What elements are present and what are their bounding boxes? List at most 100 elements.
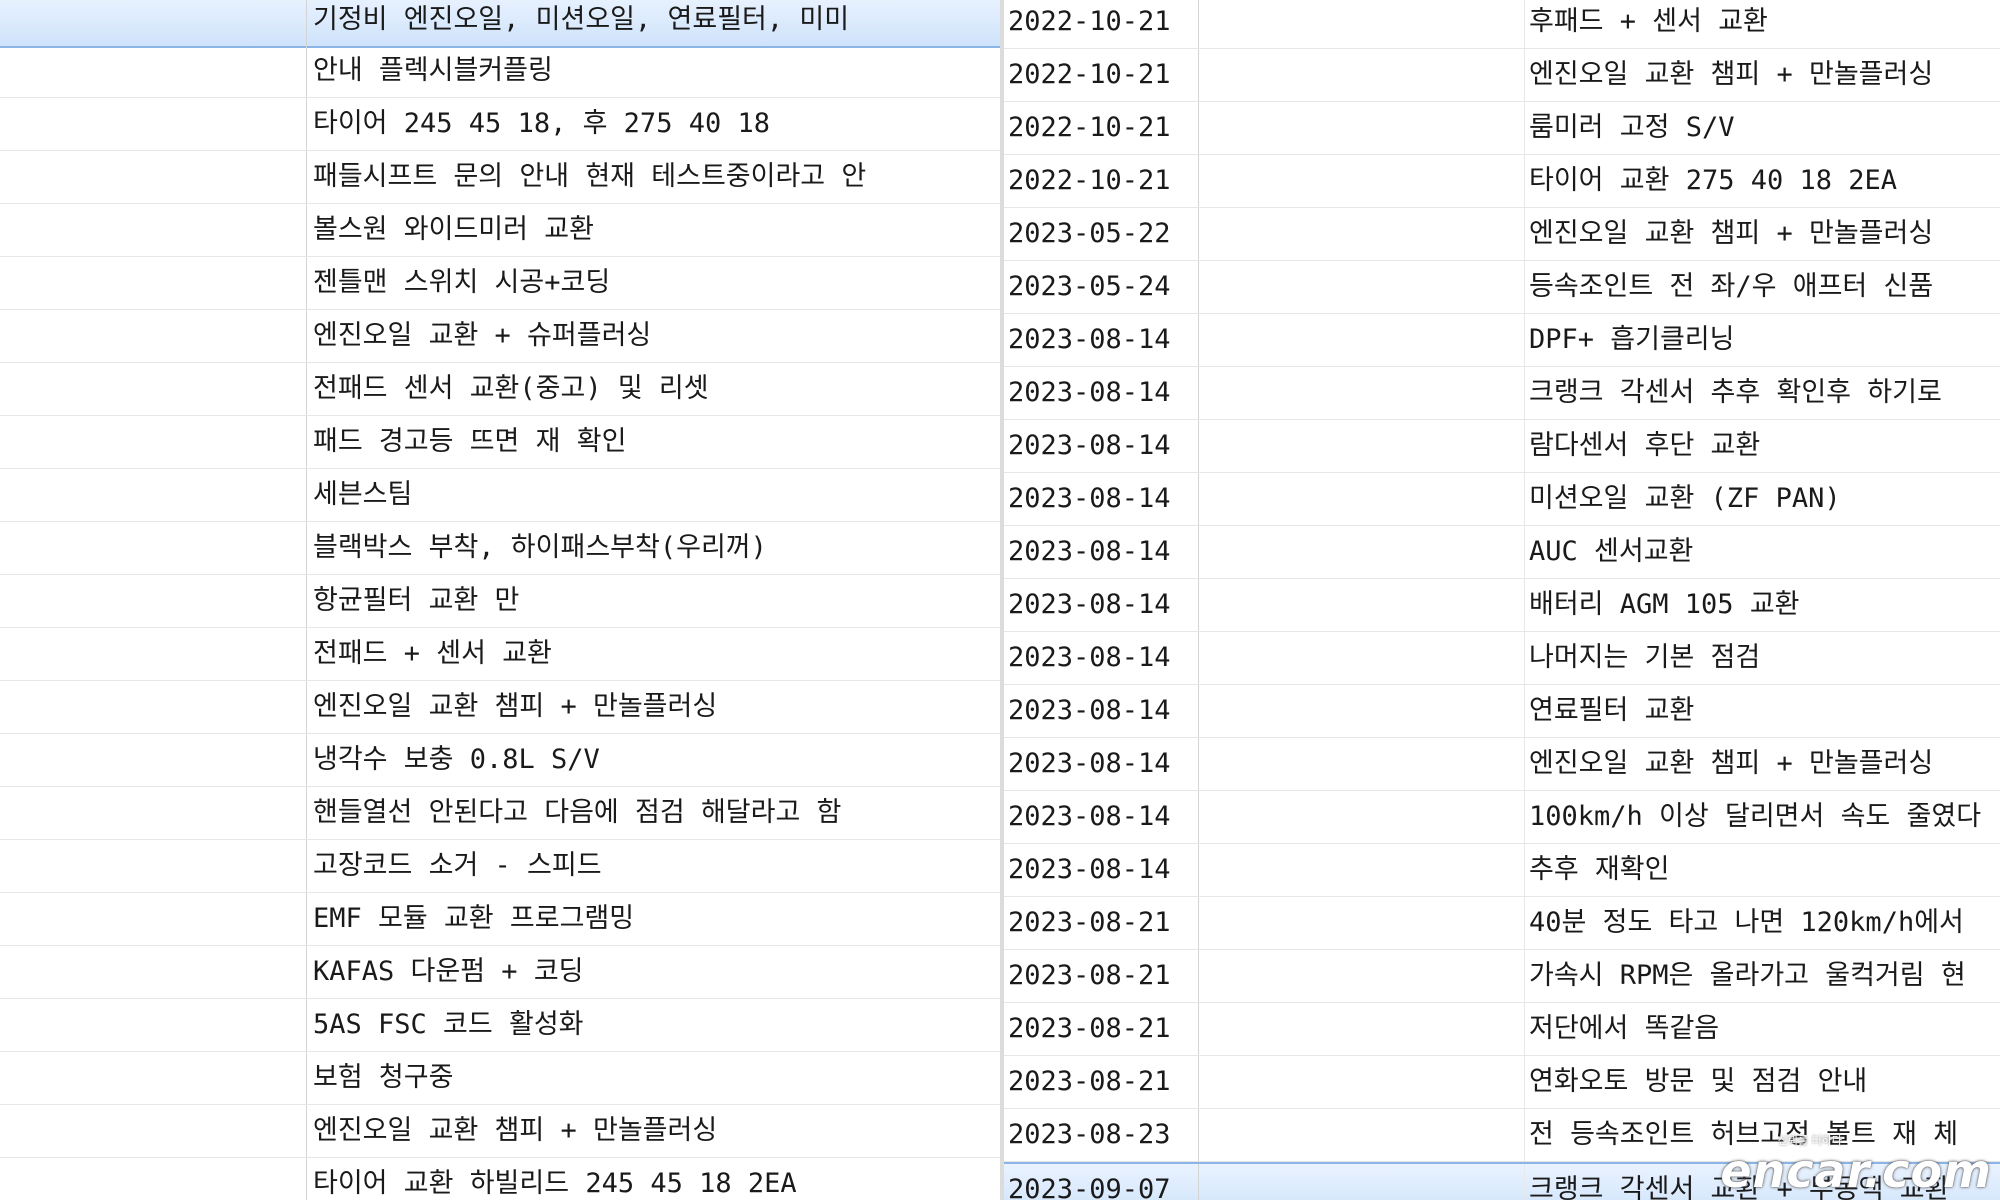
row-empty-cell[interactable] xyxy=(1199,791,1525,843)
row-description-cell[interactable]: 추후 재확인 xyxy=(1525,844,2000,896)
row-empty-cell[interactable] xyxy=(1199,0,1525,48)
table-row[interactable]: 타이어 교환 하빌리드 245 45 18 2EA xyxy=(0,1158,1000,1200)
table-row[interactable]: 5AS FSC 코드 활성화 xyxy=(0,999,1000,1052)
row-empty-cell[interactable] xyxy=(1199,950,1525,1002)
row-date-cell[interactable]: 2023-08-14 xyxy=(1004,579,1199,631)
row-date-cell[interactable]: 2023-08-14 xyxy=(1004,791,1199,843)
table-row[interactable]: 2022-10-21 엔진오일 교환 챔피 + 만놀플러싱 xyxy=(1004,49,2000,102)
row-description-cell[interactable]: 안내 플렉시블커플링 xyxy=(307,45,1000,97)
table-row[interactable]: KAFAS 다운펌 + 코딩 xyxy=(0,946,1000,999)
table-row[interactable]: 엔진오일 교환 챔피 + 만놀플러싱 xyxy=(0,681,1000,734)
row-first-cell[interactable] xyxy=(0,416,307,468)
row-date-cell[interactable]: 2023-09-07 xyxy=(1004,1164,1199,1200)
row-empty-cell[interactable] xyxy=(1199,1003,1525,1055)
row-date-cell[interactable]: 2023-08-14 xyxy=(1004,367,1199,419)
table-row[interactable]: 패드 경고등 뜨면 재 확인 xyxy=(0,416,1000,469)
table-row[interactable]: 2023-08-14 AUC 센서교환 xyxy=(1004,526,2000,579)
table-row[interactable]: 2023-05-24 등속조인트 전 좌/우 애프터 신품 xyxy=(1004,261,2000,314)
row-description-cell[interactable]: 세븐스팀 xyxy=(307,469,1000,521)
row-description-cell[interactable]: 패들시프트 문의 안내 현재 테스트중이라고 안 xyxy=(307,151,1000,203)
row-empty-cell[interactable] xyxy=(1199,897,1525,949)
row-empty-cell[interactable] xyxy=(1199,208,1525,260)
table-row[interactable]: 2023-08-14 연료필터 교환 xyxy=(1004,685,2000,738)
row-empty-cell[interactable] xyxy=(1199,1056,1525,1108)
row-date-cell[interactable]: 2023-05-22 xyxy=(1004,208,1199,260)
row-description-cell[interactable]: 기정비 엔진오일, 미션오일, 연료필터, 미미 xyxy=(307,0,1000,46)
row-description-cell[interactable]: 타이어 245 45 18, 후 275 40 18 xyxy=(307,98,1000,150)
row-description-cell[interactable]: 엔진오일 교환 챔피 + 만놀플러싱 xyxy=(307,681,1000,733)
row-first-cell[interactable] xyxy=(0,628,307,680)
table-row[interactable]: 냉각수 보충 0.8L S/V xyxy=(0,734,1000,787)
table-row[interactable]: 2023-08-14 미션오일 교환 (ZF PAN) xyxy=(1004,473,2000,526)
table-row[interactable]: 2023-08-14 람다센서 후단 교환 xyxy=(1004,420,2000,473)
row-first-cell[interactable] xyxy=(0,575,307,627)
row-date-cell[interactable]: 2023-08-21 xyxy=(1004,897,1199,949)
table-row[interactable]: EMF 모듈 교환 프로그램밍 xyxy=(0,893,1000,946)
table-row[interactable]: 패들시프트 문의 안내 현재 테스트중이라고 안 xyxy=(0,151,1000,204)
row-description-cell[interactable]: 크랭크 각센서 추후 확인후 하기로 xyxy=(1525,367,2000,419)
row-empty-cell[interactable] xyxy=(1199,738,1525,790)
row-first-cell[interactable] xyxy=(0,310,307,362)
row-empty-cell[interactable] xyxy=(1199,102,1525,154)
row-description-cell[interactable]: 연화오토 방문 및 점검 안내 xyxy=(1525,1056,2000,1108)
row-date-cell[interactable]: 2023-08-21 xyxy=(1004,1003,1199,1055)
row-first-cell[interactable] xyxy=(0,469,307,521)
row-date-cell[interactable]: 2023-08-14 xyxy=(1004,738,1199,790)
row-description-cell[interactable]: 볼스원 와이드미러 교환 xyxy=(307,204,1000,256)
table-row[interactable]: 2023-08-14 DPF+ 흡기클리닝 xyxy=(1004,314,2000,367)
row-first-cell[interactable] xyxy=(0,363,307,415)
table-row[interactable]: 고장코드 소거 - 스피드 xyxy=(0,840,1000,893)
table-row[interactable]: 전패드 + 센서 교환 xyxy=(0,628,1000,681)
table-row[interactable]: 2023-08-14 추후 재확인 xyxy=(1004,844,2000,897)
row-date-cell[interactable]: 2023-08-14 xyxy=(1004,685,1199,737)
row-empty-cell[interactable] xyxy=(1199,473,1525,525)
table-row[interactable]: 2023-08-14 100km/h 이상 달리면서 속도 줄였다 xyxy=(1004,791,2000,844)
row-empty-cell[interactable] xyxy=(1199,1164,1525,1200)
table-row[interactable]: 2022-10-21 후패드 + 센서 교환 xyxy=(1004,0,2000,49)
row-first-cell[interactable] xyxy=(0,151,307,203)
row-date-cell[interactable]: 2023-08-14 xyxy=(1004,526,1199,578)
row-description-cell[interactable]: 엔진오일 교환 챔피 + 만놀플러싱 xyxy=(307,1105,1000,1157)
row-first-cell[interactable] xyxy=(0,257,307,309)
row-date-cell[interactable]: 2023-08-21 xyxy=(1004,950,1199,1002)
row-first-cell[interactable] xyxy=(0,204,307,256)
table-row[interactable]: 2023-08-21 40분 정도 타고 나면 120km/h에서 xyxy=(1004,897,2000,950)
row-description-cell[interactable]: 등속조인트 전 좌/우 애프터 신품 xyxy=(1525,261,2000,313)
row-date-cell[interactable]: 2022-10-21 xyxy=(1004,0,1199,48)
row-description-cell[interactable]: 보험 청구중 xyxy=(307,1052,1000,1104)
row-empty-cell[interactable] xyxy=(1199,420,1525,472)
row-description-cell[interactable]: 나머지는 기본 점검 xyxy=(1525,632,2000,684)
row-first-cell[interactable] xyxy=(0,999,307,1051)
row-empty-cell[interactable] xyxy=(1199,261,1525,313)
table-row[interactable]: 2023-08-14 배터리 AGM 105 교환 xyxy=(1004,579,2000,632)
row-description-cell[interactable]: 핸들열선 안된다고 다음에 점검 해달라고 함 xyxy=(307,787,1000,839)
row-description-cell[interactable]: KAFAS 다운펌 + 코딩 xyxy=(307,946,1000,998)
row-empty-cell[interactable] xyxy=(1199,1109,1525,1161)
row-description-cell[interactable]: 고장코드 소거 - 스피드 xyxy=(307,840,1000,892)
row-description-cell[interactable]: DPF+ 흡기클리닝 xyxy=(1525,314,2000,366)
table-row[interactable]: 2022-10-21 타이어 교환 275 40 18 2EA xyxy=(1004,155,2000,208)
row-description-cell[interactable]: 엔진오일 교환 챔피 + 만놀플러싱 xyxy=(1525,208,2000,260)
row-date-cell[interactable]: 2023-08-23 xyxy=(1004,1109,1199,1161)
table-row[interactable]: 엔진오일 교환 + 슈퍼플러싱 xyxy=(0,310,1000,363)
row-first-cell[interactable] xyxy=(0,1052,307,1104)
table-row[interactable]: 블랙박스 부착, 하이패스부착(우리꺼) xyxy=(0,522,1000,575)
row-description-cell[interactable]: 엔진오일 교환 챔피 + 만놀플러싱 xyxy=(1525,49,2000,101)
row-description-cell[interactable]: 연료필터 교환 xyxy=(1525,685,2000,737)
row-description-cell[interactable]: 전패드 + 센서 교환 xyxy=(307,628,1000,680)
table-row[interactable]: 2023-08-21 연화오토 방문 및 점검 안내 xyxy=(1004,1056,2000,1109)
table-row[interactable]: 2022-10-21 룸미러 고정 S/V xyxy=(1004,102,2000,155)
row-date-cell[interactable]: 2022-10-21 xyxy=(1004,155,1199,207)
row-description-cell[interactable]: EMF 모듈 교환 프로그램밍 xyxy=(307,893,1000,945)
table-row[interactable]: 안내 플렉시블커플링 xyxy=(0,45,1000,98)
table-row[interactable]: 보험 청구중 xyxy=(0,1052,1000,1105)
row-empty-cell[interactable] xyxy=(1199,367,1525,419)
row-date-cell[interactable]: 2023-08-14 xyxy=(1004,632,1199,684)
row-first-cell[interactable] xyxy=(0,98,307,150)
row-description-cell[interactable]: AUC 센서교환 xyxy=(1525,526,2000,578)
row-date-cell[interactable]: 2023-08-14 xyxy=(1004,844,1199,896)
row-empty-cell[interactable] xyxy=(1199,685,1525,737)
table-row[interactable]: 엔진오일 교환 챔피 + 만놀플러싱 xyxy=(0,1105,1000,1158)
row-date-cell[interactable]: 2023-08-21 xyxy=(1004,1056,1199,1108)
row-description-cell[interactable]: 100km/h 이상 달리면서 속도 줄였다 xyxy=(1525,791,2000,843)
